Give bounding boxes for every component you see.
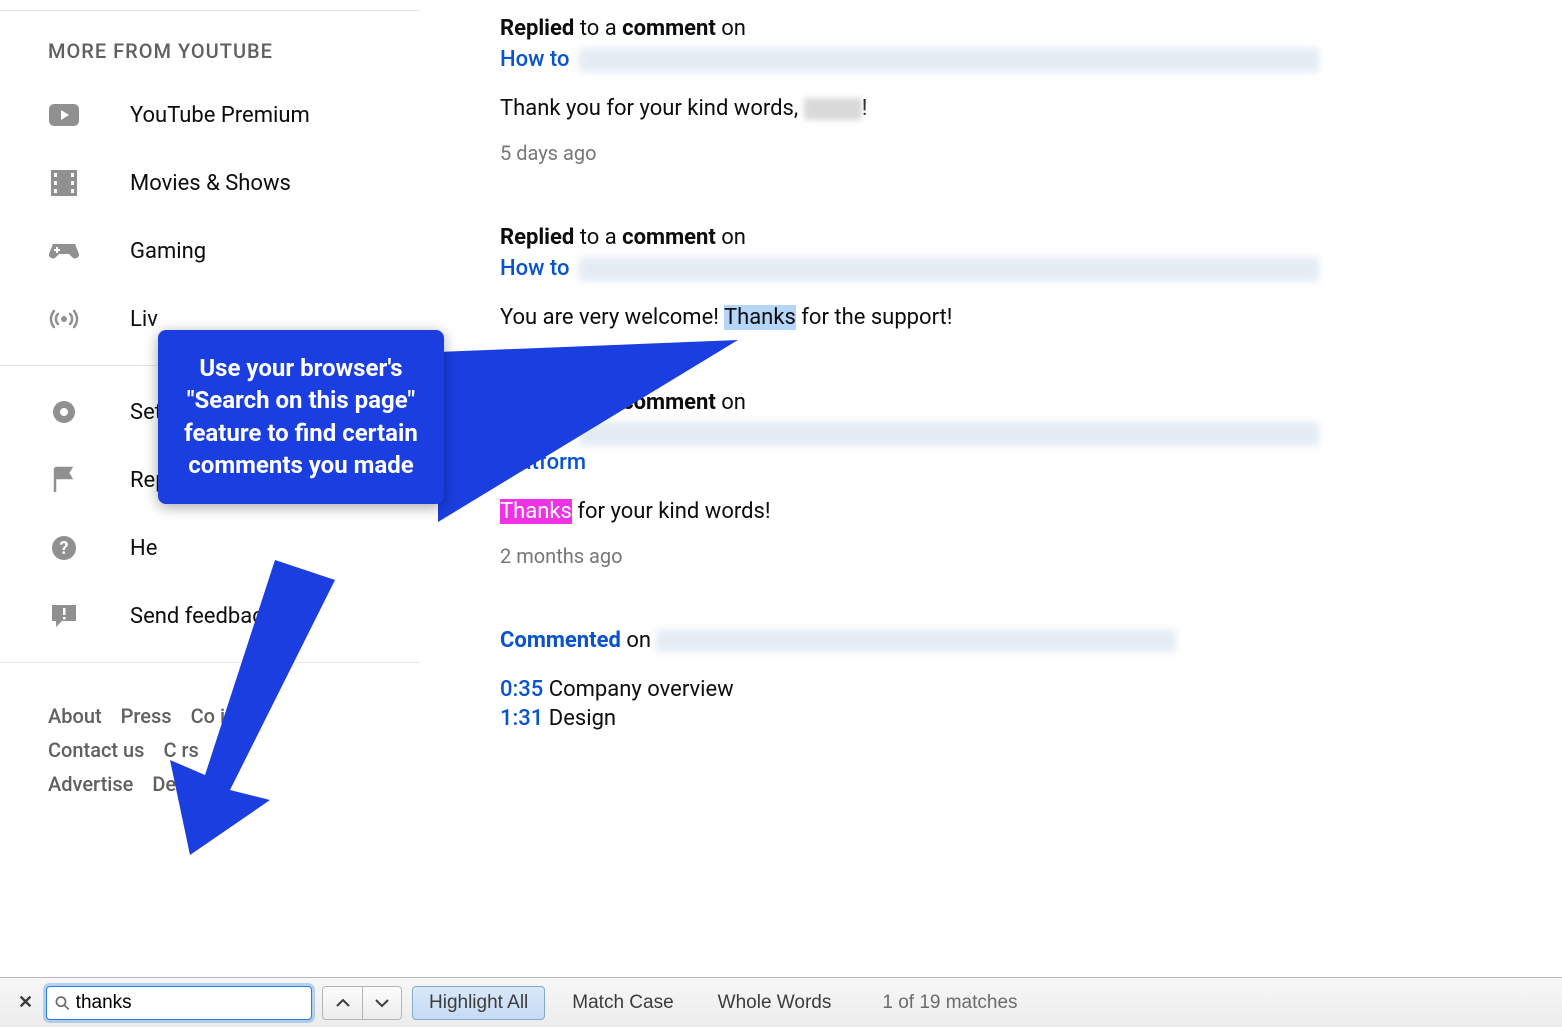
sidebar-item-label: He xyxy=(130,536,157,561)
text: comment xyxy=(622,16,716,41)
sidebar-section-title: MORE FROM YOUTUBE xyxy=(0,11,420,81)
sidebar-item-movies[interactable]: Movies & Shows xyxy=(0,149,420,217)
sidebar-item-label: Movies & Shows xyxy=(130,171,291,196)
footer-link[interactable]: About xyxy=(48,704,102,728)
link-prefix: How to xyxy=(500,47,569,72)
redacted xyxy=(656,630,1176,652)
sidebar-item-gaming[interactable]: Gaming xyxy=(0,217,420,285)
chevron-down-icon xyxy=(375,998,389,1008)
whole-words-button[interactable]: Whole Words xyxy=(701,986,849,1020)
sidebar-item-label: Gaming xyxy=(130,239,206,264)
help-icon: ? xyxy=(48,532,80,564)
match-count: 1 of 19 matches xyxy=(882,992,1017,1014)
flag-icon xyxy=(48,464,80,496)
find-input[interactable] xyxy=(76,992,303,1014)
redacted xyxy=(579,257,1319,281)
text: for the support! xyxy=(796,305,953,330)
redacted xyxy=(579,48,1319,72)
text: Design xyxy=(543,706,616,731)
text: Company overview xyxy=(543,677,733,702)
svg-text:?: ? xyxy=(60,538,69,559)
gear-icon xyxy=(48,396,80,428)
findbar: ✕ Highlight All Match Case Whole Words 1… xyxy=(0,977,1562,1027)
footer-link[interactable]: Contact us xyxy=(48,738,144,762)
close-icon[interactable]: ✕ xyxy=(18,992,36,1013)
find-next-button[interactable] xyxy=(362,986,402,1020)
match-case-button[interactable]: Match Case xyxy=(555,986,690,1020)
youtube-play-icon xyxy=(48,99,80,131)
callout-arrow-icon xyxy=(160,560,360,860)
chapter-line: 1:31 Design xyxy=(500,706,1562,731)
text: to a xyxy=(574,16,622,41)
timestamp-link[interactable]: 1:31 xyxy=(500,706,543,731)
annotation-callout: Use your browser's "Search on this page"… xyxy=(158,330,444,504)
text: Replied xyxy=(500,225,574,250)
find-prev-button[interactable] xyxy=(322,986,362,1020)
text: comment xyxy=(622,225,716,250)
text: on xyxy=(716,16,746,41)
text: Replied xyxy=(500,16,574,41)
live-icon xyxy=(48,303,80,335)
link-prefix: How to xyxy=(500,256,569,281)
text[interactable]: Commented xyxy=(500,628,621,653)
find-input-container[interactable] xyxy=(46,986,312,1020)
comment-block: Replied to a comment on How to You are v… xyxy=(500,225,1562,330)
callout-pointer-icon xyxy=(438,322,748,602)
comment-header: Replied to a comment on xyxy=(500,225,1562,250)
text: on xyxy=(716,225,746,250)
comment-header: Replied to a comment on xyxy=(500,16,1562,41)
comment-block: Commented on 0:35 Company overview 1:31 … xyxy=(500,628,1562,731)
video-link[interactable]: How to xyxy=(500,47,1562,72)
film-icon xyxy=(48,167,80,199)
comment-body: Thank you for your kind words, ! xyxy=(500,96,1562,121)
comment-header: Commented on xyxy=(500,628,1562,653)
comment-block: Replied to a comment on How to Thank you… xyxy=(500,16,1562,165)
feedback-icon xyxy=(48,600,80,632)
gamepad-icon xyxy=(48,235,80,267)
timestamp-link[interactable]: 0:35 xyxy=(500,677,543,702)
text: to a xyxy=(574,225,622,250)
video-link[interactable]: How to xyxy=(500,256,1562,281)
redacted xyxy=(804,98,862,120)
sidebar-item-label: Liv xyxy=(130,307,158,332)
timestamp: 5 days ago xyxy=(500,141,1562,165)
chapter-line: 0:35 Company overview xyxy=(500,677,1562,702)
sidebar-item-premium[interactable]: YouTube Premium xyxy=(0,81,420,149)
highlight-all-button[interactable]: Highlight All xyxy=(412,986,545,1020)
text: Thank you for your kind words, xyxy=(500,96,804,121)
text: on xyxy=(621,628,657,653)
sidebar-item-label: YouTube Premium xyxy=(130,103,310,128)
footer-link[interactable]: Advertise xyxy=(48,772,133,796)
callout-text: Use your browser's "Search on this page"… xyxy=(184,354,418,479)
text: ! xyxy=(862,96,868,121)
chevron-up-icon xyxy=(336,998,350,1008)
search-icon xyxy=(55,995,70,1011)
